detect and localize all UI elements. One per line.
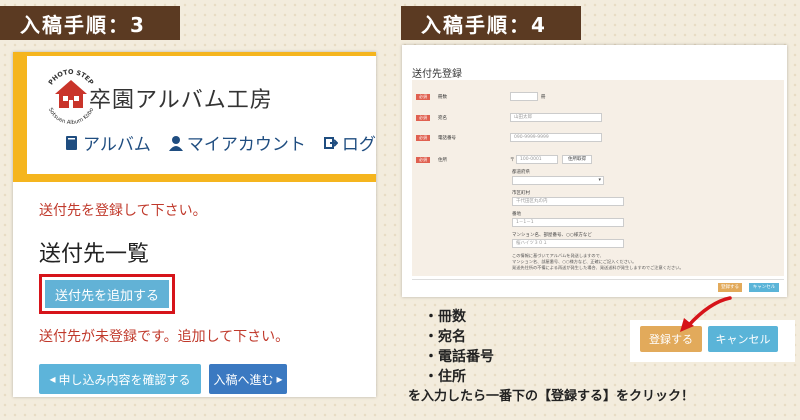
city-input[interactable]: 千代田区丸の内 [512, 197, 624, 206]
name-input[interactable]: 山田太郎 [510, 113, 602, 122]
cancel-button-small[interactable]: キャンセル [749, 283, 779, 292]
required-badge: 必須 [416, 135, 430, 141]
nav-logout-label: ログア [341, 135, 376, 155]
book-icon [66, 135, 77, 150]
list-item: ・宛名 [424, 329, 466, 345]
name-label: 宛名 [438, 116, 447, 121]
required-badge: 必須 [416, 94, 430, 100]
site-header: PHOTO STEP Sotsuen Album Kobo 卒園アルバム工房 ア… [13, 52, 376, 182]
list-item: ・冊数 [424, 309, 466, 325]
chevron-down-icon: ▾ [598, 177, 601, 183]
user-icon [168, 135, 183, 151]
phone-input[interactable]: 090-9999-9999 [510, 133, 602, 142]
nav-my-account-label: マイアカウント [186, 135, 306, 155]
step-4-tag: 入稿手順：4 [401, 6, 581, 40]
building-label: マンション名、部屋番号、○○様方など [512, 233, 592, 238]
nav-album[interactable]: アルバム [65, 130, 151, 155]
step-3-tag: 入稿手順：3 [0, 6, 180, 40]
chevron-left-icon: ◂ [49, 372, 56, 386]
nav-logout[interactable]: ログア [323, 130, 376, 155]
register-button-small[interactable]: 登録する [718, 283, 742, 292]
arrow-icon [680, 296, 732, 332]
list-item: ・電話番号 [424, 349, 494, 365]
add-address-button[interactable]: 送付先を追加する [45, 280, 169, 308]
list-item: ・住所 [424, 369, 466, 385]
proceed-upload-button[interactable]: 入稿へ進む ▸ [209, 364, 287, 394]
address-form: 必須 冊数 冊 必須 宛名 山田太郎 必須 電話番号 090-9999-9999… [412, 80, 784, 276]
register-prompt: 送付先を登録して下さい。 [39, 203, 207, 219]
zip-mark: 〒 [510, 158, 515, 163]
not-registered-message: 送付先が未登録です。追加して下さい。 [39, 329, 290, 345]
prefecture-select[interactable]: ▾ [512, 176, 604, 185]
required-badge: 必須 [416, 157, 430, 163]
copies-label: 冊数 [438, 95, 447, 100]
proceed-upload-label: 入稿へ進む [213, 372, 274, 387]
instruction-text: を入力したら一番下の【登録する】をクリック！ [408, 389, 695, 404]
confirm-order-label: 申し込み内容を確認する [58, 372, 191, 387]
page-title: 送付先一覧 [39, 242, 150, 267]
step-4-screenshot: 送付先登録 必須 冊数 冊 必須 宛名 山田太郎 必須 電話番号 090-999… [402, 45, 787, 297]
zip-lookup-button[interactable]: 住所取得 [562, 155, 592, 164]
copies-suffix: 冊 [541, 95, 546, 100]
prefecture-label: 都道府県 [512, 170, 530, 175]
address-label: 住所 [438, 158, 447, 163]
copies-input[interactable] [510, 92, 538, 101]
chevron-right-icon: ▸ [276, 372, 283, 386]
form-title: 送付先登録 [412, 69, 462, 80]
required-items-list: ・冊数 ・宛名 ・電話番号 ・住所 [424, 307, 494, 387]
zip-input[interactable]: 100-0001 [516, 155, 558, 164]
main-nav: アルバム マイアカウント ログア [65, 130, 376, 155]
street-label: 番地 [512, 212, 521, 217]
highlight-frame: 送付先を追加する [39, 274, 175, 314]
shipping-notes: この情報に基づいてアルバムを発送しますので、 マンション名、部屋番号、○○様方な… [512, 253, 684, 270]
site-title: 卒園アルバム工房 [89, 88, 273, 113]
logout-icon [323, 136, 338, 149]
building-input[interactable]: 桜ハイツ３０１ [512, 239, 624, 248]
required-badge: 必須 [416, 115, 430, 121]
nav-my-account[interactable]: マイアカウント [168, 130, 306, 155]
street-input[interactable]: 1－1－1 [512, 218, 624, 227]
address-list-section: 送付先を登録して下さい。 送付先一覧 送付先を追加する 送付先が未登録です。追加… [39, 200, 359, 394]
confirm-order-button[interactable]: ◂ 申し込み内容を確認する [39, 364, 201, 394]
nav-album-label: アルバム [83, 135, 151, 155]
city-label: 市区町村 [512, 191, 530, 196]
phone-label: 電話番号 [438, 136, 456, 141]
step-3-screenshot: PHOTO STEP Sotsuen Album Kobo 卒園アルバム工房 ア… [13, 52, 376, 397]
